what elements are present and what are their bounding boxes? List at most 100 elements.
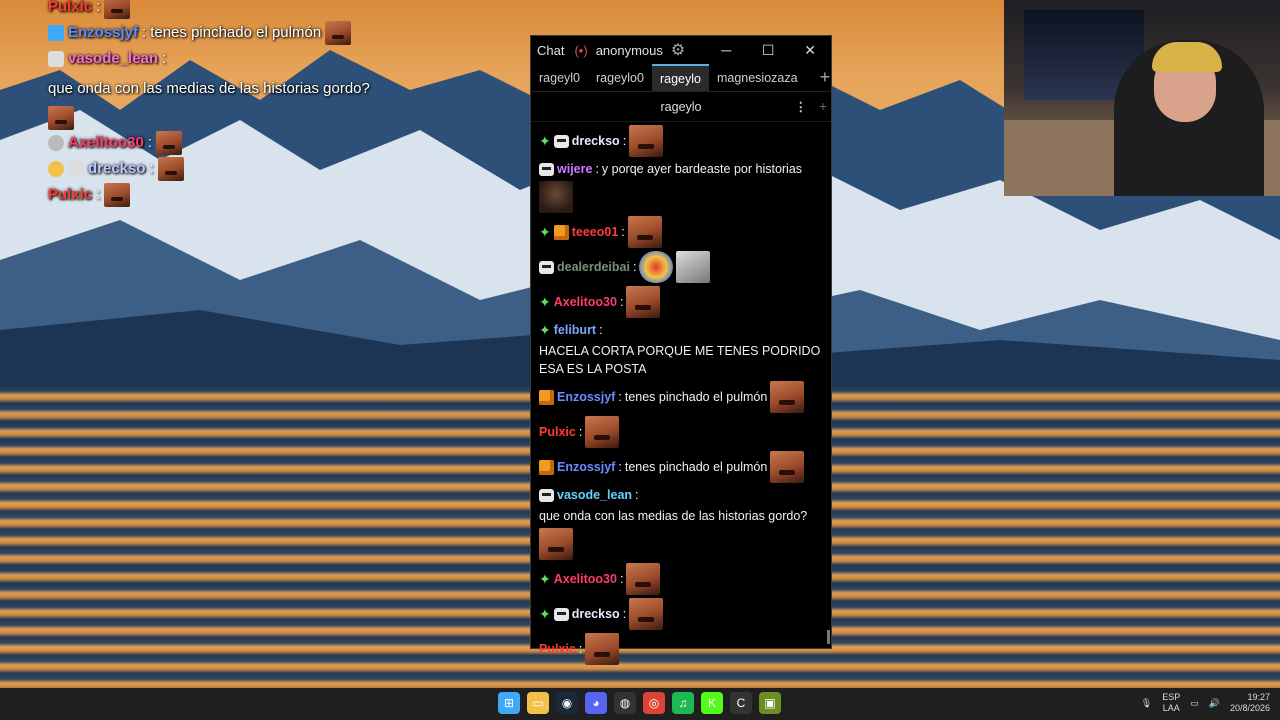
overlay-user: vasode_lean xyxy=(68,50,159,67)
chat-message: Enzossjyf: tenes pinchado el pulmón xyxy=(539,451,823,483)
more-options-icon[interactable]: ⋮ xyxy=(795,99,808,114)
kick-icon[interactable]: K xyxy=(701,692,723,714)
mask-badge-icon xyxy=(539,162,554,176)
sub-badge-icon: ✦ xyxy=(539,294,551,310)
account-button[interactable]: anonymous xyxy=(596,43,663,58)
message-list[interactable]: ✦ drecksо: wijere: y porqe ayer bardeaste p… xyxy=(531,125,831,665)
microphone-icon[interactable]: 🎙 xyxy=(1141,698,1152,709)
colon: : xyxy=(578,425,583,439)
chat-message: ✦ teeeo01: xyxy=(539,216,823,248)
colon: : xyxy=(619,572,624,586)
mask-badge-icon xyxy=(539,488,554,502)
overlay-text: tenes pinchado el pulmón xyxy=(150,24,322,41)
face-emote-icon xyxy=(539,181,573,213)
tab-magnesiozaza[interactable]: magnesiozaza xyxy=(709,64,806,91)
sub-badge-icon: ✦ xyxy=(539,133,551,149)
chrome-icon[interactable]: ◎ xyxy=(643,692,665,714)
obs-icon[interactable]: ◍ xyxy=(614,692,636,714)
chatterino-icon[interactable]: C xyxy=(730,692,752,714)
colon: : xyxy=(595,162,599,176)
emote-icon xyxy=(156,131,183,155)
chat-window: Chat (•) anonymous ⚙ ─ ☐ ✕ rageyl0 ragey… xyxy=(530,35,832,665)
chat-message: vasode_lean: que onda con las medias de l… xyxy=(539,486,823,560)
message-username[interactable]: wijere xyxy=(557,160,592,178)
mask-badge-icon xyxy=(553,607,569,621)
colon: : xyxy=(622,607,627,621)
message-username[interactable]: Enzossjyf xyxy=(557,388,615,406)
title-bar[interactable]: Chat (•) anonymous ⚙ ─ ☐ ✕ xyxy=(531,36,831,64)
close-button[interactable]: ✕ xyxy=(789,42,831,59)
message-username[interactable]: drecksо xyxy=(572,132,620,150)
maximize-button[interactable]: ☐ xyxy=(747,42,789,59)
smile-badge-icon xyxy=(48,161,64,177)
colon: : xyxy=(632,260,637,274)
emote-icon xyxy=(585,633,620,665)
gear-icon[interactable]: ⚙ xyxy=(671,40,685,60)
emote-icon xyxy=(627,216,662,248)
webcam-hat xyxy=(1152,42,1222,72)
emote-icon xyxy=(770,451,805,483)
emote-icon xyxy=(629,598,664,630)
overlay-line: drecksо: xyxy=(48,156,388,182)
message-username[interactable]: vasode_lean xyxy=(557,486,632,504)
colon: : xyxy=(619,295,624,309)
circle-badge-icon xyxy=(48,135,64,151)
mask-badge-icon xyxy=(68,161,84,177)
chat-message: Enzossjyf: tenes pinchado el pulmón xyxy=(539,381,823,413)
sub-badge-icon: ✦ xyxy=(539,322,551,338)
file-explorer-icon[interactable]: ▭ xyxy=(527,692,549,714)
chat-message: ✦ feliburt: HACELA CORTA PORQUE ME TENES P… xyxy=(539,321,823,378)
volume-icon[interactable]: 🔊 xyxy=(1209,698,1220,709)
message-username[interactable]: drecksо xyxy=(572,605,620,623)
colon: : xyxy=(635,488,639,502)
channel-tabs: rageyl0 rageylo0 rageylo magnesiozaza + xyxy=(531,64,831,92)
box-badge-icon xyxy=(553,224,569,240)
chat-message: ✦ drecksо: xyxy=(539,598,823,630)
chat-message: Pulxic: xyxy=(539,633,823,665)
message-username[interactable]: Axelitoo30 xyxy=(554,293,617,311)
scrollbar[interactable] xyxy=(827,630,830,644)
mask-badge-icon xyxy=(48,51,64,67)
spotify-icon[interactable]: ♫ xyxy=(672,692,694,714)
emote-icon xyxy=(626,563,661,595)
message-username[interactable]: Pulxic xyxy=(539,640,576,658)
minimize-button[interactable]: ─ xyxy=(705,42,747,58)
message-text: y porqe ayer bardeaste por historias xyxy=(601,162,803,176)
add-tab-button[interactable]: + xyxy=(806,64,839,91)
webcam-feed xyxy=(1004,0,1280,196)
message-text: tenes pinchado el pulmón xyxy=(624,460,768,474)
emote-icon xyxy=(626,286,661,318)
clock[interactable]: 19:27 20/8/2026 xyxy=(1230,692,1270,714)
message-username[interactable]: dealerdeibai xyxy=(557,258,630,276)
language-indicator[interactable]: ESP LAA xyxy=(1162,692,1180,714)
message-username[interactable]: teeeo01 xyxy=(572,223,619,241)
overlay-user: Pulxic xyxy=(48,0,93,15)
message-username[interactable]: Axelitoo30 xyxy=(554,570,617,588)
network-icon[interactable]: ▭ xyxy=(1190,698,1199,709)
overlay-user: Axelitoo30 xyxy=(68,134,144,151)
emote-icon xyxy=(770,381,805,413)
message-username[interactable]: feliburt xyxy=(554,321,596,339)
tab-rageylo0[interactable]: rageylo0 xyxy=(588,64,652,91)
message-text: tenes pinchado el pulmón xyxy=(624,390,768,404)
taskbar-icons: ⊞ ▭ ◉ ◕ ◍ ◎ ♫ K C ▣ xyxy=(498,692,781,714)
sub-badge-icon: ✦ xyxy=(539,606,551,622)
live-icon[interactable]: (•) xyxy=(574,43,587,58)
start-icon[interactable]: ⊞ xyxy=(498,692,520,714)
chat-message: ✦ Axelitoo30: xyxy=(539,286,823,318)
app-icon[interactable]: ▣ xyxy=(759,692,781,714)
message-username[interactable]: Enzossjyf xyxy=(557,458,615,476)
add-split-icon[interactable]: + xyxy=(819,98,827,114)
discord-icon[interactable]: ◕ xyxy=(585,692,607,714)
emote-icon xyxy=(539,528,573,560)
tab-rageyl0[interactable]: rageyl0 xyxy=(531,64,588,91)
desktop-chat-overlay: Pulxic: Enzossjyf: tenes pinchado el pul… xyxy=(48,0,388,208)
colon: : xyxy=(622,134,627,148)
system-tray: 🎙 ESP LAA ▭ 🔊 19:27 20/8/2026 xyxy=(1141,692,1270,714)
message-text: que onda con las medias de las historias… xyxy=(539,509,808,523)
message-username[interactable]: Pulxic xyxy=(539,423,576,441)
tab-rageylo[interactable]: rageylo xyxy=(651,64,709,91)
steam-icon[interactable]: ◉ xyxy=(556,692,578,714)
gray-emote-icon xyxy=(676,251,711,283)
clown-emote-icon xyxy=(639,251,674,283)
